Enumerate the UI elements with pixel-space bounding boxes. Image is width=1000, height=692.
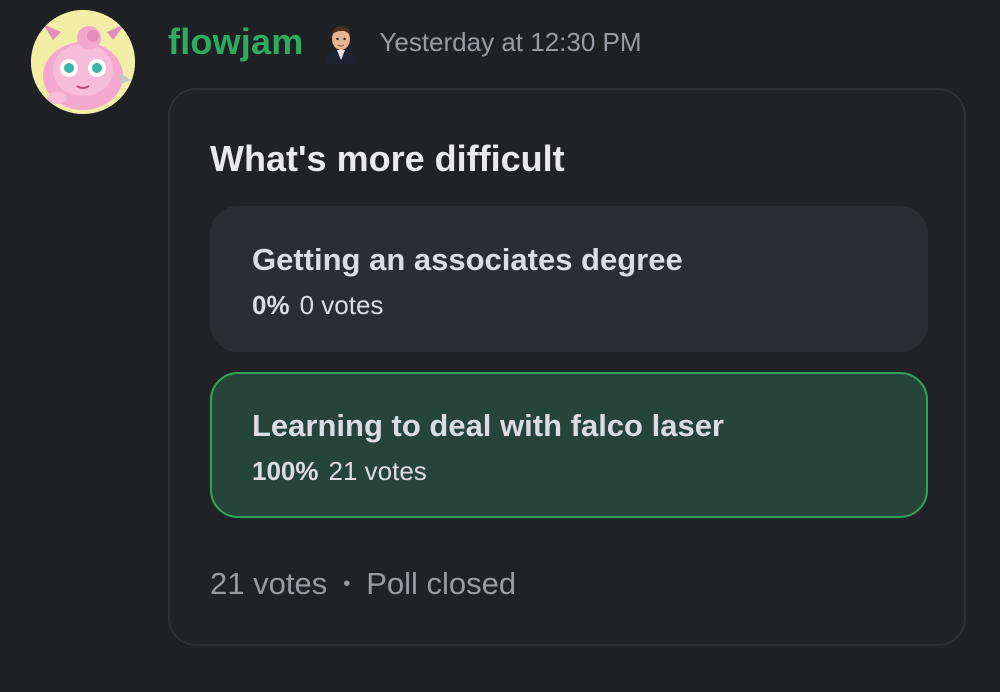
poll-answer-text: Learning to deal with falco laser (252, 408, 724, 443)
poll-total-votes[interactable]: 21 votes (210, 566, 327, 602)
poll-question: What's more difficult (210, 138, 565, 179)
poll-answer-fill-bar (212, 374, 926, 516)
poll-answer-stats: 0% 0 votes (252, 290, 383, 321)
user-avatar[interactable] (31, 10, 135, 114)
poll-answer-percent: 0% (252, 290, 290, 320)
poll-answer-option[interactable]: Getting an associates degree 0% 0 votes (210, 206, 928, 352)
profile-badge-icon[interactable] (319, 20, 364, 64)
message-timestamp: Yesterday at 12:30 PM (379, 26, 642, 57)
separator-dot: • (343, 572, 351, 595)
poll-answer-votes: 0 votes (299, 290, 384, 320)
poll-answer-option[interactable]: Learning to deal with falco laser 100% 21… (210, 372, 928, 518)
username[interactable]: flowjam (168, 21, 303, 63)
poll-answer-stats: 100% 21 votes (252, 456, 427, 487)
poll-answer-votes: 21 votes (328, 456, 427, 486)
poll-answer-text: Getting an associates degree (252, 242, 683, 277)
chat-message: flowjam Yesterday at 12:30 PM What's mor… (0, 0, 1000, 692)
poll-card: What's more difficult Getting an associa… (168, 88, 966, 646)
message-header: flowjam Yesterday at 12:30 PM (168, 14, 642, 70)
poll-footer: 21 votes • Poll closed (210, 566, 516, 602)
poll-status: Poll closed (366, 566, 517, 601)
pink-pokemon-avatar-icon (31, 10, 135, 114)
poll-answer-percent: 100% (252, 456, 319, 486)
